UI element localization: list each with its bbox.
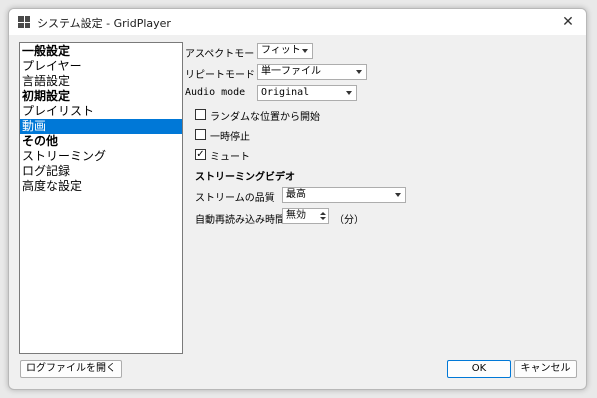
title-bar: システム設定 - GridPlayer ✕ [9, 9, 586, 35]
audio-mode-value: Original [261, 87, 310, 98]
checkmark-icon: ✓ [196, 149, 205, 160]
spin-down-icon[interactable] [320, 217, 326, 220]
sidebar-item[interactable]: その他 [20, 134, 182, 149]
sidebar-item[interactable]: 高度な設定 [20, 179, 182, 194]
chevron-down-icon [302, 49, 308, 53]
sidebar-item[interactable]: プレイリスト [20, 104, 182, 119]
audio-mode-dropdown[interactable]: Original [257, 85, 357, 101]
auto-reload-unit: （分） [334, 215, 364, 226]
auto-reload-label: 自動再読み込み時間 [195, 215, 285, 226]
chevron-down-icon [346, 91, 352, 95]
stream-quality-label: ストリームの品質 [195, 193, 275, 204]
repeat-mode-dropdown[interactable]: 単一ファイル [257, 64, 367, 80]
repeat-mode-label: リピートモード [185, 70, 255, 81]
aspect-mode-value: フィット [261, 45, 301, 56]
close-button[interactable]: ✕ [558, 12, 578, 32]
random-position-checkbox[interactable] [195, 109, 206, 120]
sidebar-item[interactable]: プレイヤー [20, 59, 182, 74]
audio-mode-label: Audio mode [185, 87, 246, 98]
streaming-section-title: ストリーミングビデオ [195, 172, 295, 183]
cancel-button[interactable]: キャンセル [514, 360, 577, 378]
sidebar-item[interactable]: ストリーミング [20, 149, 182, 164]
pause-checkbox[interactable] [195, 129, 206, 140]
mute-label: ミュート [210, 152, 250, 163]
stream-quality-value: 最高 [286, 189, 306, 200]
spin-up-icon[interactable] [320, 212, 326, 215]
auto-reload-value: 無効 [286, 210, 306, 221]
stream-quality-dropdown[interactable]: 最高 [282, 187, 406, 203]
random-position-label: ランダムな位置から開始 [210, 112, 320, 123]
repeat-mode-value: 単一ファイル [261, 66, 321, 77]
aspect-mode-label: アスペクトモード [185, 49, 265, 60]
aspect-mode-dropdown[interactable]: フィット [257, 43, 313, 59]
sidebar-item[interactable]: 一般設定 [20, 44, 182, 59]
settings-dialog: システム設定 - GridPlayer ✕ 一般設定 プレイヤー 言語設定 初期設定プ… [8, 8, 587, 390]
auto-reload-spinbox[interactable]: 無効 [282, 208, 329, 224]
mute-checkbox[interactable]: ✓ [195, 149, 206, 160]
sidebar-item[interactable]: 言語設定 [20, 74, 182, 89]
settings-category-list: 一般設定 プレイヤー 言語設定 初期設定 プレイリスト 動画 その他 ストリーミング ログ記録高… [19, 42, 183, 354]
window-title: システム設定 - GridPlayer [37, 17, 171, 30]
open-log-file-button[interactable]: ログファイルを開く [20, 360, 122, 378]
sidebar-item[interactable]: ログ記録 [20, 164, 182, 179]
chevron-down-icon [356, 70, 362, 74]
chevron-down-icon [395, 193, 401, 197]
pause-label: 一時停止 [210, 132, 250, 143]
ok-button[interactable]: OK [447, 360, 511, 378]
app-grid-icon [18, 16, 30, 28]
sidebar-item[interactable]: 動画 [20, 119, 182, 134]
sidebar-item[interactable]: 初期設定 [20, 89, 182, 104]
